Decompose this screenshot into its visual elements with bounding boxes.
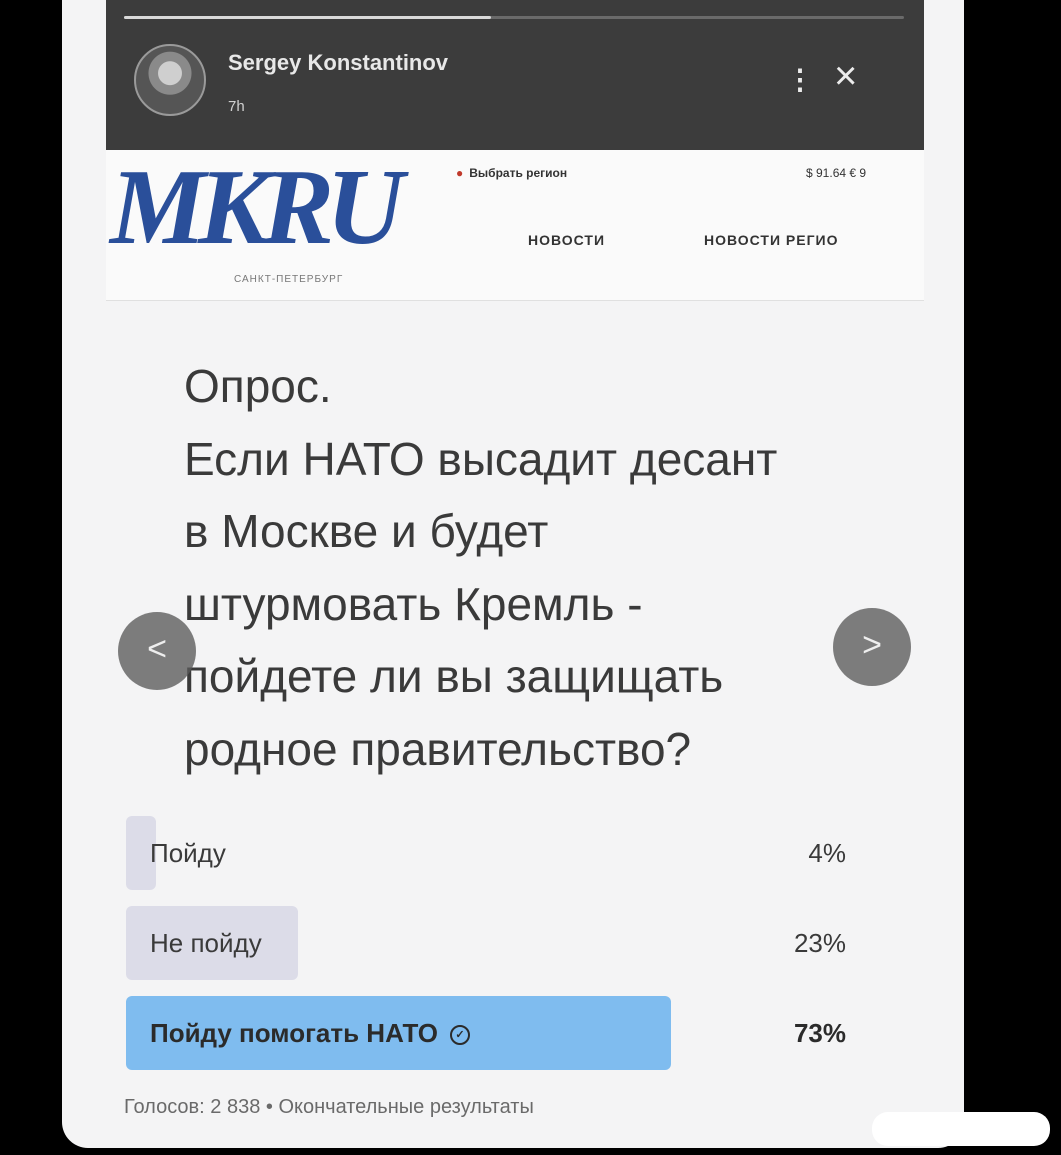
- poll-question-line: Если НАТО высадит десант: [184, 432, 778, 485]
- site-logo-subtitle: САНКТ-ПЕТЕРБУРГ: [234, 274, 344, 285]
- chevron-right-icon[interactable]: >: [833, 608, 911, 686]
- poll-question-line: штурмовать Кремль -: [184, 577, 643, 630]
- poll-question-line: пойдете ли вы защищать: [184, 650, 724, 702]
- region-selector[interactable]: ● Выбрать регион: [456, 166, 567, 180]
- location-pin-icon: ●: [456, 166, 464, 180]
- check-circle-icon: ✓: [450, 1025, 471, 1046]
- poll-question: Опрос. Если НАТО высадит десант в Москве…: [184, 350, 944, 785]
- poll-option-not-go[interactable]: Не пойду 23%: [126, 906, 846, 980]
- avatar[interactable]: [134, 44, 206, 116]
- username[interactable]: Sergey Konstantinov: [228, 50, 448, 76]
- poll-option-label-text: Пойду помогать НАТО: [150, 1018, 439, 1048]
- poll-question-line: в Москве и будет: [184, 505, 549, 557]
- chevron-left-icon[interactable]: <: [118, 612, 196, 690]
- poll-option-percent: 73%: [793, 1018, 846, 1048]
- poll-option-percent: 23%: [793, 928, 846, 958]
- site-header: MKRU САНКТ-ПЕТЕРБУРГ ● Выбрать регион $ 9…: [106, 150, 924, 301]
- nav-news[interactable]: НОВОСТИ: [528, 232, 605, 248]
- poll-footer: Голосов: 2 838 • Окончательные результат…: [124, 1096, 534, 1118]
- overlay-smudge: [872, 1112, 1050, 1146]
- region-label: Выбрать регион: [469, 166, 568, 180]
- poll-question-line: Опрос.: [184, 360, 332, 412]
- site-logo[interactable]: MKRU: [110, 154, 404, 262]
- poll-option-help-nato[interactable]: Пойду помогать НАТО ✓ 73%: [126, 996, 846, 1070]
- currency-rates: $ 91.64 € 9: [806, 166, 867, 180]
- more-vertical-icon[interactable]: ⋮: [786, 66, 814, 94]
- story-progress-fill: [124, 16, 491, 19]
- poll-option-label: Пойду: [150, 838, 226, 868]
- poll-option-label: Не пойду: [150, 928, 262, 958]
- close-icon[interactable]: ×: [834, 56, 857, 96]
- poll-option-go[interactable]: Пойду 4%: [126, 816, 846, 890]
- post-time: 7h: [228, 98, 245, 115]
- nav-region-news[interactable]: НОВОСТИ РЕГИО: [704, 232, 838, 248]
- poll-option-percent: 4%: [808, 838, 846, 868]
- poll-option-label: Пойду помогать НАТО ✓: [150, 1018, 471, 1049]
- poll-question-line: родное правительство?: [184, 722, 692, 775]
- story-header: Sergey Konstantinov 7h ⋮ ×: [106, 0, 924, 150]
- story-progress-track: [124, 16, 904, 19]
